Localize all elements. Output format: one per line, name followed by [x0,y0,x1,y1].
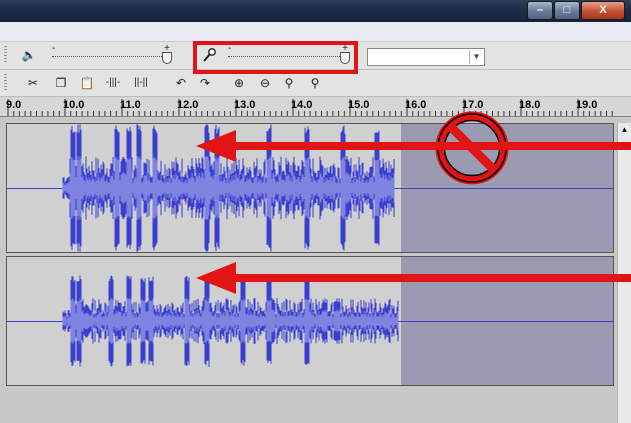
ruler-label: 18.0 [519,99,541,111]
recording-level-highlight [193,41,358,74]
fit-selection-icon[interactable]: ⚲ [280,74,298,92]
scissors-icon[interactable]: ✂ [24,74,42,92]
toolbar-grip[interactable] [4,74,7,92]
ruler-label: 13.0 [234,99,256,111]
title-bar: – □ X [0,0,631,22]
audio-track-right[interactable] [6,256,614,386]
silence-icon[interactable]: ||-|| [132,74,150,92]
scroll-up-icon[interactable]: ▲ [618,123,631,136]
waveform [62,275,399,367]
input-device-dropdown[interactable]: ▼ [367,48,485,66]
ruler-label: 17.0 [462,99,484,111]
undo-icon[interactable]: ↶ [172,74,190,92]
copy-icon[interactable]: ❐ [52,74,70,92]
fit-project-icon[interactable]: ⚲ [306,74,324,92]
audio-track-left[interactable] [6,123,614,253]
toolbar-grip[interactable] [4,46,7,64]
menu-bar [0,22,631,42]
ruler-label: 15.0 [348,99,370,111]
window-controls: – □ X [526,1,625,20]
zoom-out-icon[interactable]: ⊖ [256,74,274,92]
waveform [62,124,395,252]
ruler-label: 10.0 [63,99,85,111]
maximize-button[interactable]: □ [554,1,580,20]
slider-track [52,56,162,57]
playback-volume-slider[interactable]: - + [52,43,172,64]
ruler-label: 19.0 [576,99,598,111]
edit-toolbar: ✂ ❐ 📋 -|||- ||-|| ↶ ↷ ⊕ ⊖ ⚲ ⚲ [0,70,631,97]
close-button[interactable]: X [581,1,625,20]
chevron-down-icon[interactable]: ▼ [469,50,483,64]
redo-icon[interactable]: ↷ [196,74,214,92]
trim-icon[interactable]: -|||- [104,74,122,92]
ruler-label: 16.0 [405,99,427,111]
minimize-button[interactable]: – [527,1,553,20]
zoom-in-icon[interactable]: ⊕ [230,74,248,92]
ruler-label: 14.0 [291,99,313,111]
ruler-label: 12.0 [177,99,199,111]
slider-thumb[interactable] [162,52,172,64]
speaker-icon: 🔈 [21,48,37,62]
ruler-label: 9.0 [6,99,22,111]
slider-min-label: - [52,43,56,54]
ruler-label: 11.0 [120,99,141,111]
timeline-ruler[interactable]: 9.0 10.0 11.0 12.0 13.0 14.0 15.0 16.0 17.0 18.0 1… [0,97,631,117]
paste-icon[interactable]: 📋 [78,74,96,92]
vertical-scrollbar[interactable]: ▲ [617,123,631,423]
